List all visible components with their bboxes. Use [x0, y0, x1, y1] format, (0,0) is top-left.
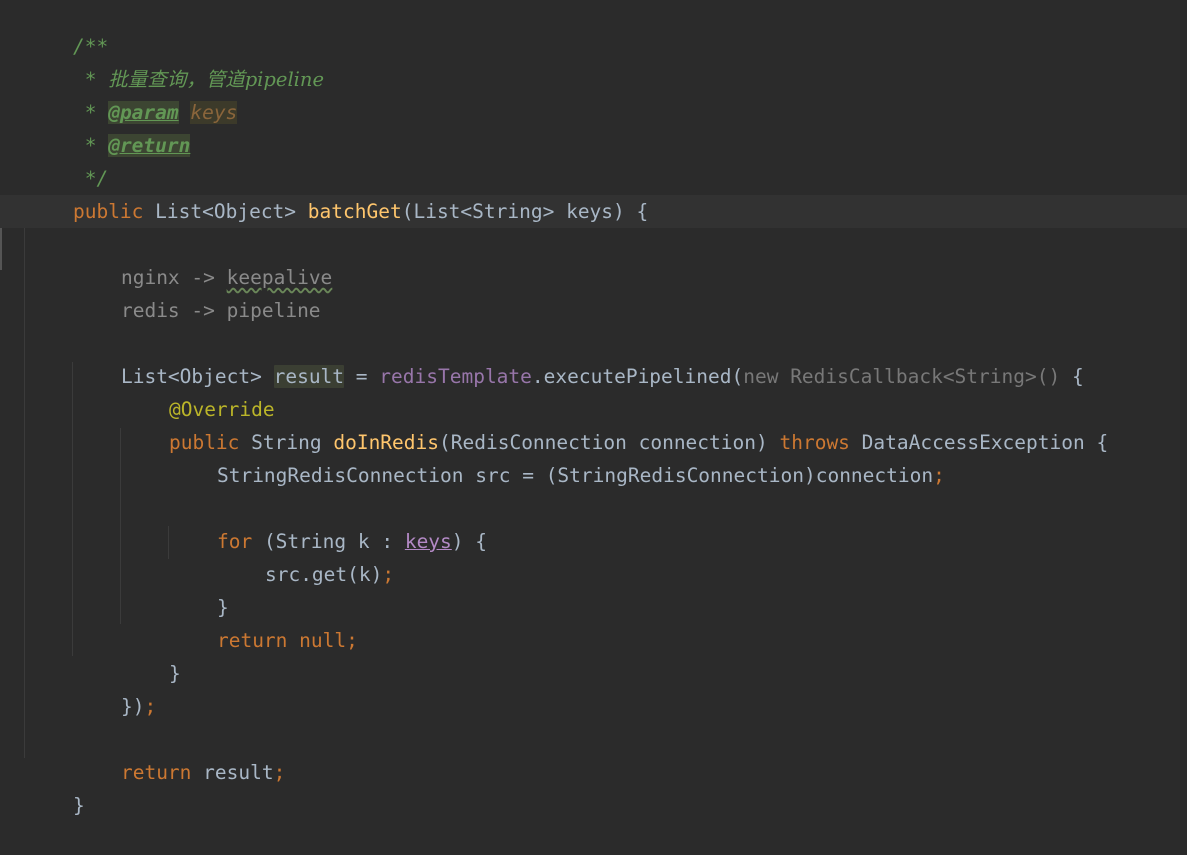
code-line[interactable]: for (String k : keys) {	[170, 492, 1187, 553]
indent-guide	[120, 428, 121, 624]
code-line[interactable]: src.get(k);	[218, 525, 1187, 586]
code-editor[interactable]: /** * 批量查询，管道pipeline * @param keys * @r…	[0, 0, 1187, 817]
closing-brace: }	[72, 794, 85, 817]
statement: StringRedisConnection src = (StringRedis…	[216, 464, 934, 487]
indent-guide	[24, 228, 25, 758]
method-name[interactable]: batchGet	[308, 200, 402, 223]
code-line[interactable]: public String doInRedis(RedisConnection …	[122, 393, 1187, 454]
code-line[interactable]: }	[122, 624, 1187, 685]
return-type: List<Object>	[143, 200, 308, 223]
code-line[interactable]: redis -> pipeline	[74, 261, 1187, 322]
code-line[interactable]: * 批量查询，管道pipeline	[26, 30, 1187, 91]
note-text: redis -> pipeline	[120, 299, 321, 322]
closing-brace: })	[120, 695, 145, 718]
code-line[interactable]: public List<Object> batchGet(List<String…	[26, 162, 1187, 223]
code-line[interactable]: return result;	[74, 723, 1187, 784]
code-line[interactable]: });	[74, 657, 1187, 718]
semicolon: ;	[933, 464, 945, 487]
indent-guide	[72, 362, 73, 656]
code-line[interactable]: */	[26, 129, 1187, 190]
code-line[interactable]: * @param keys	[26, 63, 1187, 124]
gutter-change-marker	[0, 228, 2, 270]
code-line[interactable]: @Override	[122, 360, 1187, 421]
code-line[interactable]: }	[26, 756, 1187, 817]
keyword: public	[72, 200, 144, 223]
semicolon: ;	[144, 695, 157, 718]
code-line[interactable]: return null;	[170, 591, 1187, 652]
code-line[interactable]: List<Object> result = redisTemplate.exec…	[74, 327, 1187, 388]
code-line[interactable]: * @return	[26, 96, 1187, 157]
code-line[interactable]: nginx -> keepalive	[74, 228, 1187, 289]
code-line[interactable]: StringRedisConnection src = (StringRedis…	[170, 426, 1187, 487]
method-params: (List<String> keys) {	[401, 200, 649, 223]
code-line[interactable]: }	[170, 558, 1187, 619]
indent-guide	[168, 526, 169, 559]
code-line[interactable]: /**	[26, 0, 1187, 58]
